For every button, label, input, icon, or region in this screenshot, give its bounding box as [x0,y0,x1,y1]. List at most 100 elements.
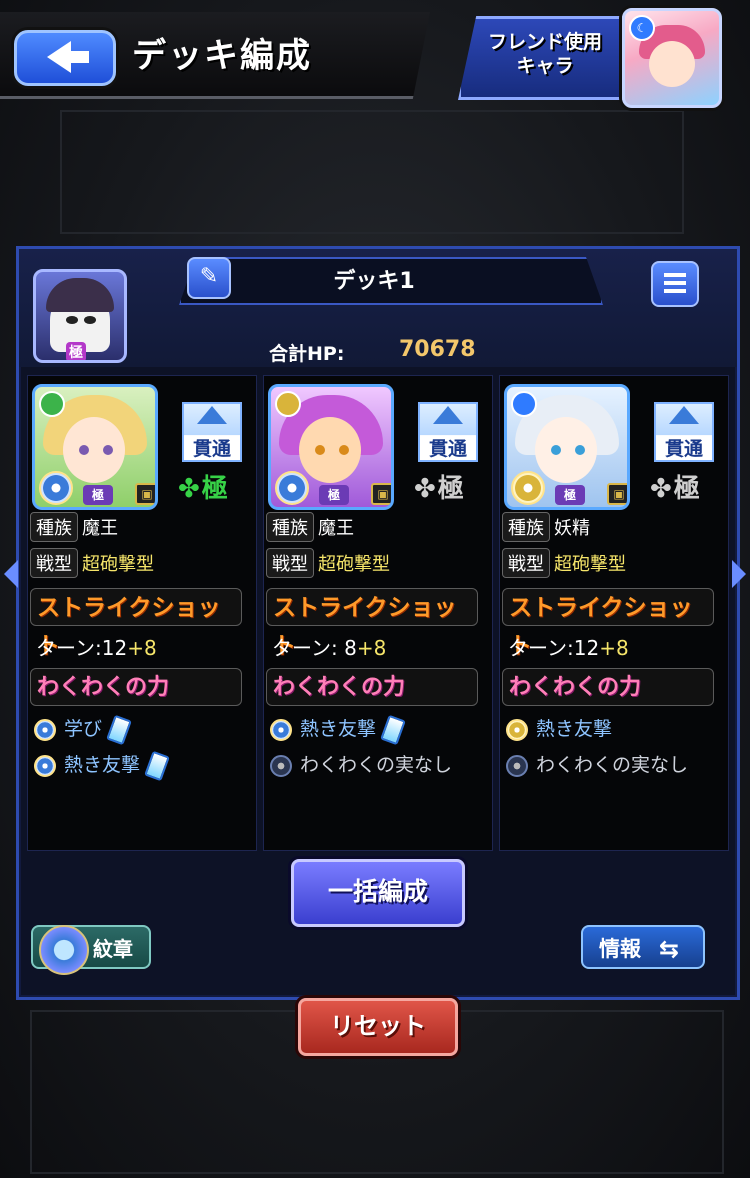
waku-power-title: わくわくの力 [502,668,714,706]
race-row: 種族 魔王 [266,512,354,542]
reset-button[interactable]: リセット [298,998,458,1056]
pierce-type-label: 貫通 [192,438,231,460]
waku-item-label: わくわくの実なし [536,754,689,776]
clover-icon: ✤ [414,474,436,504]
arrow-up-icon [669,406,699,424]
potion-icon [144,750,170,781]
potion-icon [106,714,132,745]
type-value: 超砲撃型 [318,554,390,575]
swap-arrows-icon: ⇆ [659,935,680,963]
empty-waku-slot-icon [506,754,528,777]
deck-list-button[interactable] [651,261,699,307]
race-value: 魔王 [82,518,118,539]
unit-slot-1[interactable]: 極 ▣ 貫通 ✤極 種族 魔王 戦型 超砲撃型 ストライクショット ターン:12+8… [27,375,257,851]
turn-bonus: +8 [599,636,629,660]
strike-shot-turns: ターン:12+8 [508,632,629,661]
race-row: 種族 妖精 [502,512,590,542]
empty-waku-slot-icon [270,754,292,777]
waku-fruit-icon [270,718,292,741]
pencil-icon: ✎ [199,264,219,289]
type-value: 超砲撃型 [82,554,154,575]
arrow-up-icon [197,406,227,424]
luck-label: 極 [201,474,228,504]
waku-item-label: 熱き友撃 [300,718,377,740]
page-title: デッキ編成 [132,36,312,76]
gauge-wheel-icon [39,471,73,505]
character-art [66,316,78,324]
race-label: 種族 [502,512,550,542]
race-value: 妖精 [554,518,590,539]
bulk-edit-button[interactable]: 一括編成 [291,859,465,927]
waku-item: わくわくの実なし [270,750,452,777]
type-row: 戦型 超砲撃型 [502,548,626,578]
character-art [299,417,361,483]
gauge-wheel-icon [275,471,309,505]
water-element-icon [511,391,537,417]
info-label: 情報 [599,937,641,961]
waku-fruit-icon [34,718,56,741]
character-art [46,278,114,312]
previous-deck-arrow-icon[interactable] [4,560,18,588]
turn-bonus: +8 [127,636,157,660]
waku-item: 熱き友撃 [506,714,612,741]
leader-character-icon[interactable]: 極 [33,269,127,363]
unit-portrait-3[interactable]: 極 ▣ [504,384,630,510]
gauge-wheel-icon [511,471,545,505]
strike-shot-name: ストライクショット [266,588,478,659]
waku-item: 学び [34,714,132,745]
back-button[interactable] [14,30,116,86]
character-art [339,445,349,455]
character-art [535,417,597,483]
waku-item-label: わくわくの実なし [300,754,453,776]
emblem-label: 紋章 [93,937,133,961]
pierce-type-icon: 貫通 [182,402,242,462]
strike-shot-turns: ターン:12+8 [36,632,157,661]
rank-badge: 極 [83,485,113,505]
type-row: 戦型 超砲撃型 [266,548,390,578]
pierce-type-icon: 貫通 [654,402,714,462]
strike-shot-name: ストライクショット [502,588,714,659]
wood-element-icon [39,391,65,417]
waku-power-title: わくわくの力 [266,668,478,706]
light-element-icon [275,391,301,417]
unit-slot-3[interactable]: 極 ▣ 貫通 ✤極 種族 妖精 戦型 超砲撃型 ストライクショット ターン:12+8… [499,375,729,851]
next-deck-arrow-icon[interactable] [732,560,746,588]
race-label: 種族 [30,512,78,542]
waku-item: 熱き友撃 [270,714,406,745]
luck-label: 極 [673,474,700,504]
info-toggle-button[interactable]: 情報 ⇆ [581,925,705,969]
race-row: 種族 魔王 [30,512,118,542]
strike-shot-turns: ターン: 8+8 [272,632,386,661]
lock-icon: ▣ [135,483,155,505]
unit-portrait-1[interactable]: 極 ▣ [32,384,158,510]
edit-deck-name-button[interactable]: ✎ [187,257,231,299]
waku-power-title: わくわくの力 [30,668,242,706]
back-arrow-icon [67,51,89,63]
list-icon [664,281,686,285]
character-art [79,445,89,455]
strike-shot-name: ストライクショット [30,588,242,659]
total-hp-value: 70678 [399,337,476,362]
waku-fruit-icon [506,718,528,741]
rank-badge: 極 [555,485,585,505]
turn-count: ターン:12 [508,636,600,660]
character-art [649,41,695,87]
arrow-up-icon [433,406,463,424]
turn-count: ターン: 8 [272,636,357,660]
emblem-button[interactable]: 紋章 [31,925,151,975]
pierce-type-icon: 貫通 [418,402,478,462]
clover-icon: ✤ [178,474,200,504]
luck-status: ✤極 [178,468,228,505]
race-value: 魔王 [318,518,354,539]
character-art [63,417,125,483]
luck-status: ✤極 [650,468,700,505]
turn-bonus: +8 [356,636,387,660]
friend-character-portrait[interactable]: ☾ [622,8,722,108]
unit-slot-2[interactable]: 極 ▣ 貫通 ✤極 種族 魔王 戦型 超砲撃型 ストライクショット ターン: 8+8… [263,375,493,851]
bg-frame [60,110,684,234]
unit-portrait-2[interactable]: 極 ▣ [268,384,394,510]
character-art [575,445,585,455]
character-art [315,445,325,455]
rank-badge: 極 [66,342,86,360]
character-art [551,445,561,455]
